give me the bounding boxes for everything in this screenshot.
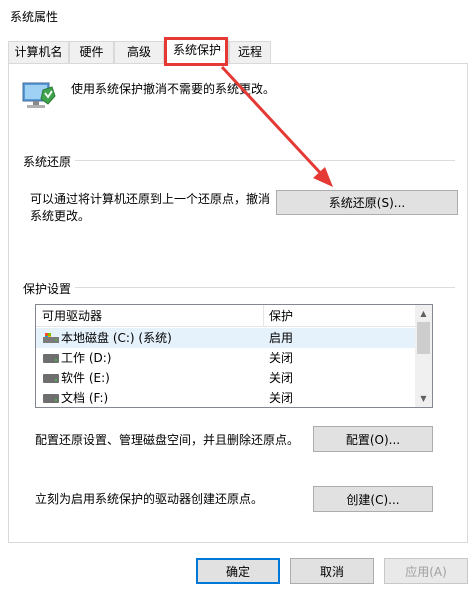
drive-protection-status: 关闭 <box>269 371 294 385</box>
protection-settings-group-label: 保护设置 <box>23 282 72 296</box>
system-drive-icon <box>43 333 59 343</box>
system-restore-divider <box>75 160 455 161</box>
tab-panel <box>8 63 468 543</box>
ok-button[interactable]: 确定 <box>196 558 280 584</box>
column-header-drive[interactable]: 可用驱动器 <box>36 305 102 327</box>
tab-remote[interactable]: 远程 <box>229 41 271 63</box>
protection-settings-divider <box>75 287 455 288</box>
drive-icon <box>43 394 59 403</box>
scrollbar-thumb[interactable] <box>417 322 430 354</box>
configure-description: 配置还原设置、管理磁盘空间，并且删除还原点。 <box>35 433 300 447</box>
drive-name: 工作 (D:) <box>61 351 112 365</box>
drive-row-c[interactable]: 本地磁盘 (C:) (系统) 启用 <box>36 328 416 348</box>
drive-list-header: 可用驱动器 保护 <box>36 305 416 327</box>
system-restore-group-label: 系统还原 <box>23 155 72 169</box>
create-description: 立刻为启用系统保护的驱动器创建还原点。 <box>35 492 264 506</box>
drive-row-f[interactable]: 文档 (F:) 关闭 <box>36 388 416 407</box>
drive-row-d[interactable]: 工作 (D:) 关闭 <box>36 348 416 368</box>
apply-button[interactable]: 应用(A) <box>384 558 468 584</box>
restore-description-line1: 可以通过将计算机还原到上一个还原点，撤消 <box>30 192 271 206</box>
scroll-up-arrow-icon[interactable]: ▲ <box>415 305 432 322</box>
system-restore-button[interactable]: 系统还原(S)... <box>276 190 458 215</box>
configure-button[interactable]: 配置(O)... <box>313 426 433 452</box>
drive-protection-status: 关闭 <box>269 391 294 405</box>
tab-strip: 计算机名 硬件 高级 系统保护 远程 <box>8 39 468 65</box>
drive-icon <box>43 354 59 363</box>
intro-text: 使用系统保护撤消不需要的系统更改。 <box>71 82 276 96</box>
window-title: 系统属性 <box>10 10 59 24</box>
tab-hardware[interactable]: 硬件 <box>69 41 114 63</box>
create-button[interactable]: 创建(C)... <box>313 486 433 512</box>
scroll-down-arrow-icon[interactable]: ▼ <box>415 390 432 407</box>
cancel-button[interactable]: 取消 <box>290 558 374 584</box>
column-header-protection[interactable]: 保护 <box>263 305 293 327</box>
drive-protection-status: 关闭 <box>269 351 294 365</box>
drive-name: 本地磁盘 (C:) (系统) <box>61 331 172 345</box>
tab-advanced[interactable]: 高级 <box>114 41 164 63</box>
drive-icon <box>43 374 59 383</box>
drive-list[interactable]: 可用驱动器 保护 本地磁盘 (C:) (系统) 启用 工作 (D:) 关闭 软件… <box>35 304 433 408</box>
drive-row-e[interactable]: 软件 (E:) 关闭 <box>36 368 416 388</box>
drive-protection-status: 启用 <box>269 331 294 345</box>
tab-computer-name[interactable]: 计算机名 <box>8 41 69 63</box>
computer-shield-icon <box>22 82 56 108</box>
restore-description-line2: 系统更改。 <box>30 209 91 223</box>
drive-list-scrollbar[interactable]: ▲ ▼ <box>415 305 432 407</box>
annotation-highlight-box <box>164 37 228 66</box>
drive-name: 软件 (E:) <box>61 371 110 385</box>
drive-name: 文档 (F:) <box>61 391 109 405</box>
